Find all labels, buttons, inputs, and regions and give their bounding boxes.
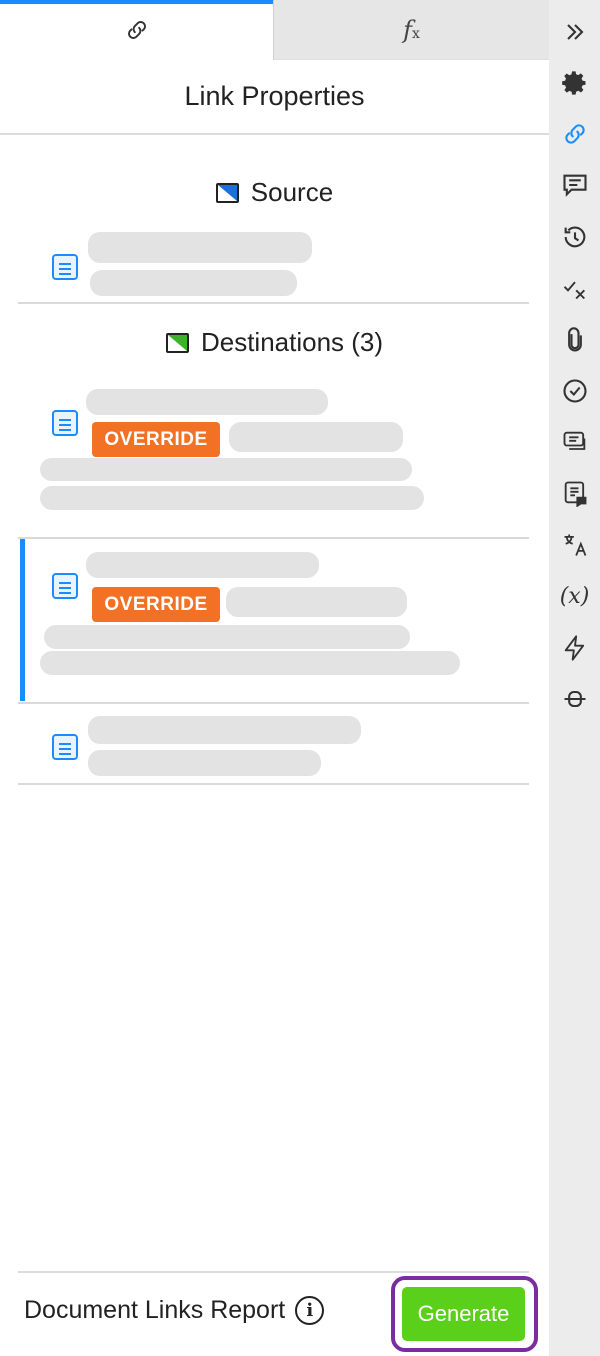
document-icon bbox=[52, 410, 78, 436]
function-icon: fx bbox=[403, 15, 420, 44]
placeholder-bar bbox=[88, 716, 361, 744]
comment-icon[interactable] bbox=[549, 165, 600, 205]
document-icon bbox=[52, 573, 78, 599]
translate-icon[interactable] bbox=[549, 525, 600, 565]
document-icon bbox=[52, 734, 78, 760]
link-icon[interactable] bbox=[549, 114, 600, 154]
panel-title: Link Properties bbox=[0, 60, 549, 135]
placeholder-bar bbox=[40, 458, 412, 481]
destination-item[interactable]: OVERRIDE bbox=[18, 385, 529, 535]
connector-icon[interactable] bbox=[549, 679, 600, 719]
document-icon bbox=[52, 254, 78, 280]
placeholder-bar bbox=[88, 750, 321, 776]
divider bbox=[18, 783, 529, 785]
review-icon[interactable] bbox=[549, 473, 600, 513]
placeholder-bar bbox=[86, 552, 319, 578]
check-circle-icon[interactable] bbox=[549, 371, 600, 411]
placeholder-bar bbox=[88, 232, 312, 263]
comments-list-icon[interactable] bbox=[549, 422, 600, 462]
document-links-report: Document Links Report i bbox=[24, 1296, 325, 1325]
placeholder-bar bbox=[229, 422, 403, 452]
generate-button[interactable]: Generate bbox=[402, 1287, 525, 1341]
collapse-icon[interactable] bbox=[549, 12, 600, 52]
destination-indicator-icon bbox=[165, 332, 189, 353]
source-heading: Source bbox=[0, 177, 549, 208]
lightning-icon[interactable] bbox=[549, 628, 600, 668]
right-toolbar: (x) bbox=[549, 0, 600, 1356]
placeholder-bar bbox=[40, 486, 424, 510]
divider bbox=[18, 302, 529, 304]
history-icon[interactable] bbox=[549, 217, 600, 257]
link-properties-panel: fx Link Properties Source Destinations (… bbox=[0, 0, 549, 1356]
destinations-heading: Destinations (3) bbox=[0, 327, 549, 358]
placeholder-bar bbox=[86, 389, 328, 415]
tab-links[interactable] bbox=[0, 0, 273, 60]
source-item[interactable] bbox=[18, 228, 529, 300]
placeholder-bar bbox=[226, 587, 407, 617]
divider bbox=[18, 1271, 529, 1273]
panel-tabs: fx bbox=[0, 0, 549, 60]
placeholder-bar bbox=[44, 625, 410, 649]
variable-icon[interactable]: (x) bbox=[549, 576, 600, 616]
check-x-icon[interactable] bbox=[549, 268, 600, 308]
destination-item[interactable] bbox=[18, 704, 529, 782]
placeholder-bar bbox=[40, 651, 460, 675]
tab-functions[interactable]: fx bbox=[273, 0, 549, 60]
info-icon[interactable]: i bbox=[295, 1296, 325, 1325]
override-badge: OVERRIDE bbox=[92, 422, 220, 457]
link-icon bbox=[124, 17, 150, 48]
gear-icon[interactable] bbox=[549, 63, 600, 103]
attachment-icon[interactable] bbox=[549, 320, 600, 360]
override-badge: OVERRIDE bbox=[92, 587, 220, 622]
source-indicator-icon bbox=[215, 182, 239, 203]
placeholder-bar bbox=[90, 270, 297, 296]
destination-item-selected[interactable]: OVERRIDE bbox=[20, 539, 529, 701]
